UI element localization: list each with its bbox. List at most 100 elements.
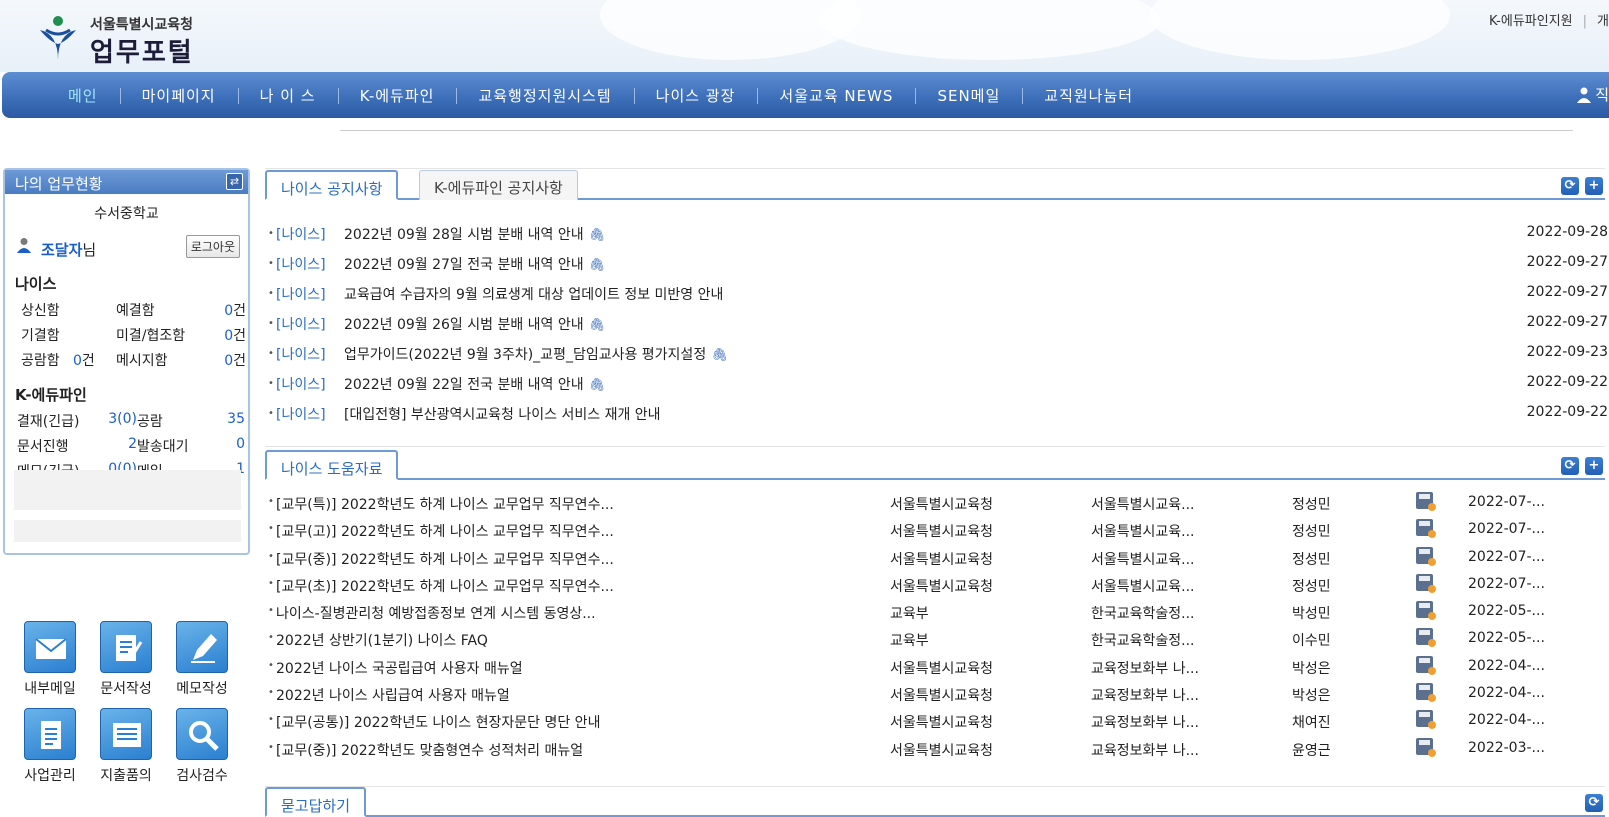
quick-item-label: 검사검수 xyxy=(176,768,228,784)
table-row[interactable]: • 나이스-질병관리청 예방접종정보 연계 시스템 동영상... 교육부 한국교… xyxy=(268,601,1608,630)
status-count[interactable]: 0건 xyxy=(206,300,246,320)
quick-item-label: 메모작성 xyxy=(176,681,228,697)
quick-item-label: 사업관리 xyxy=(24,768,76,784)
notice-title-link[interactable]: 교육급여 수급자의 9월 의료생계 대상 업데이트 정보 미반영 안내 xyxy=(344,284,723,304)
status-label[interactable]: 결재(긴급) xyxy=(17,411,107,431)
logout-button[interactable]: 로그아웃 xyxy=(185,235,240,258)
refresh-icon[interactable]: ⇄ xyxy=(226,173,243,190)
status-count[interactable]: 3(0) xyxy=(107,411,137,431)
help-title-link[interactable]: [교무(중)] 2022학년도 하계 나이스 교무업무 직무연수... xyxy=(276,549,614,569)
table-row[interactable]: • 2022년 나이스 사립급여 사용자 매뉴얼 서울특별시교육청 교육정보화부… xyxy=(268,683,1608,712)
notice-title-link[interactable]: 2022년 09월 27일 전국 분배 내역 안내 🖇︎ xyxy=(344,254,605,274)
portal-logo[interactable]: 서울특별시교육청 업무포털 xyxy=(36,12,226,68)
nav-item-main[interactable]: 메인 xyxy=(46,85,120,106)
quick-item-write-memo[interactable]: 메모작성 xyxy=(164,621,240,698)
download-icon[interactable] xyxy=(1416,492,1436,511)
table-row[interactable]: • 2022년 나이스 국공립급여 사용자 매뉴얼 서울특별시교육청 교육정보화… xyxy=(268,655,1608,685)
status-label[interactable]: 미결/협조함 xyxy=(116,325,206,345)
table-row[interactable]: • [교무(중)] 2022학년도 맞춤형연수 성적처리 매뉴얼 서울특별시교육… xyxy=(268,737,1608,767)
divider xyxy=(340,130,1573,131)
table-row[interactable]: • [교무(초)] 2022학년도 하계 나이스 교무업무 직무연수... 서울… xyxy=(268,573,1608,603)
status-label[interactable]: 기결함 xyxy=(21,325,116,345)
nav-item-neis-plaza[interactable]: 나이스 광장 xyxy=(633,85,758,106)
nav-item-mypage[interactable]: 마이페이지 xyxy=(119,85,238,106)
help-title-link[interactable]: [교무(중)] 2022학년도 맞춤형연수 성적처리 매뉴얼 xyxy=(276,740,583,760)
download-icon[interactable] xyxy=(1416,628,1436,648)
tab-kedufine-notice[interactable]: K-에듀파인 공지사항 xyxy=(419,170,578,200)
status-count[interactable]: 35 xyxy=(207,411,245,431)
list-item[interactable]: • [나이스] 업무가이드(2022년 9월 3주차)_교평_담임교사용 평가지… xyxy=(268,344,1608,374)
notice-title-link[interactable]: [대입전형] 부산광역시교육청 나이스 서비스 재개 안내 xyxy=(344,404,661,424)
download-icon[interactable] xyxy=(1416,683,1436,703)
status-label[interactable]: 메시지함 xyxy=(116,350,206,370)
help-title-link[interactable]: 2022년 상반기(1분기) 나이스 FAQ xyxy=(276,630,488,650)
help-title-link[interactable]: 2022년 나이스 국공립급여 사용자 매뉴얼 xyxy=(276,658,523,678)
list-item[interactable]: • [나이스] 2022년 09월 26일 시범 분배 내역 안내 🖇︎ 2022… xyxy=(268,314,1608,344)
help-title-link[interactable]: [교무(특)] 2022학년도 하계 나이스 교무업무 직무연수... xyxy=(276,494,614,514)
notice-title-link[interactable]: 업무가이드(2022년 9월 3주차)_교평_담임교사용 평가지설정 🖇︎ xyxy=(344,344,728,364)
help-title-link[interactable]: [교무(초)] 2022학년도 하계 나이스 교무업무 직무연수... xyxy=(276,576,614,596)
download-icon[interactable] xyxy=(1416,710,1436,730)
bullet: • xyxy=(268,496,274,507)
help-title-link[interactable]: 나이스-질병관리청 예방접종정보 연계 시스템 동영상... xyxy=(276,603,596,623)
table-row[interactable]: • [교무(중)] 2022학년도 하계 나이스 교무업무 직무연수... 서울… xyxy=(268,546,1608,576)
notice-title-link[interactable]: 2022년 09월 22일 전국 분배 내역 안내 🖇︎ xyxy=(344,374,605,394)
quick-item-write-document[interactable]: 문서작성 xyxy=(88,621,164,698)
nav-item-admin-system[interactable]: 교육행정지원시스템 xyxy=(456,85,633,106)
notice-title-link[interactable]: 2022년 09월 28일 시범 분배 내역 안내 🖇︎ xyxy=(344,224,605,244)
refresh-icon[interactable]: ⟳ xyxy=(1561,177,1579,195)
list-item[interactable]: • [나이스] 2022년 09월 28일 시범 분배 내역 안내 🖇︎ 2022… xyxy=(268,224,1608,254)
notice-title-link[interactable]: 2022년 09월 26일 시범 분배 내역 안내 🖇︎ xyxy=(344,314,605,334)
nav-item-kedufine[interactable]: K-에듀파인 xyxy=(337,85,457,106)
plus-icon[interactable]: + xyxy=(1585,177,1603,195)
download-icon[interactable] xyxy=(1416,655,1436,675)
quick-item-internal-mail[interactable]: 내부메일 xyxy=(12,621,88,698)
plus-icon[interactable]: + xyxy=(1585,457,1603,475)
list-item[interactable]: • [나이스] [대입전형] 부산광역시교육청 나이스 서비스 재개 안내 20… xyxy=(268,404,1608,434)
refresh-icon[interactable]: ⟳ xyxy=(1585,794,1603,812)
kedufine-support-link[interactable]: K-에듀파인지원 xyxy=(1489,14,1573,29)
tab-neis-help[interactable]: 나이스 도움자료 xyxy=(265,450,399,480)
status-label[interactable]: 상신함 xyxy=(21,300,116,320)
status-label[interactable]: 예결함 xyxy=(116,300,206,320)
help-org: 서울특별시교육청 xyxy=(890,578,994,595)
nav-user-menu[interactable]: 직 xyxy=(1577,84,1609,105)
help-title-link[interactable]: [교무(고)] 2022학년도 하계 나이스 교무업무 직무연수... xyxy=(276,521,614,541)
table-row[interactable]: • [교무(특)] 2022학년도 하계 나이스 교무업무 직무연수... 서울… xyxy=(268,492,1608,521)
list-item[interactable]: • [나이스] 2022년 09월 22일 전국 분배 내역 안내 🖇︎ 2022… xyxy=(268,374,1608,404)
util-link-more[interactable]: 개 xyxy=(1597,14,1609,29)
nav-item-neis[interactable]: 나 이 스 xyxy=(237,85,338,106)
table-row[interactable]: • [교무(공통)] 2022학년도 나이스 현장자문단 명단 안내 서울특별시… xyxy=(268,710,1608,739)
logo-title: 업무포털 xyxy=(90,38,194,68)
help-title-link[interactable]: [교무(공통)] 2022학년도 나이스 현장자문단 명단 안내 xyxy=(276,712,600,732)
tab-neis-notice[interactable]: 나이스 공지사항 xyxy=(265,170,399,200)
nav-item-seoul-news[interactable]: 서울교육 NEWS xyxy=(757,85,915,106)
status-label[interactable]: 공람함 0건 xyxy=(21,350,116,370)
tab-qna[interactable]: 묻고답하기 xyxy=(265,787,367,817)
status-count[interactable]: 0건 xyxy=(206,325,246,345)
refresh-icon[interactable]: ⟳ xyxy=(1561,457,1579,475)
status-count[interactable]: 0건 xyxy=(206,350,246,370)
status-count[interactable]: 2 xyxy=(107,436,137,456)
nav-item-sen-mail[interactable]: SEN메일 xyxy=(915,85,1022,106)
download-icon[interactable] xyxy=(1416,601,1436,621)
status-count[interactable]: 0 xyxy=(207,436,245,456)
table-row[interactable]: • 2022년 상반기(1분기) 나이스 FAQ 교육부 한국교육학술정... … xyxy=(268,628,1608,657)
download-icon[interactable] xyxy=(1416,519,1436,539)
status-label[interactable]: 문서진행 xyxy=(17,436,107,456)
quick-item-expense-request[interactable]: 지출품의 xyxy=(88,708,164,785)
download-icon[interactable] xyxy=(1416,546,1436,566)
quick-item-project-management[interactable]: 사업관리 xyxy=(12,708,88,785)
download-icon[interactable] xyxy=(1416,573,1436,593)
quick-item-inspection[interactable]: 검사검수 xyxy=(164,708,240,785)
list-item[interactable]: • [나이스] 2022년 09월 27일 전국 분배 내역 안내 🖇︎ 2022… xyxy=(268,254,1608,284)
status-label[interactable]: 발송대기 xyxy=(137,436,207,456)
nav-item-staff-share[interactable]: 교직원나눔터 xyxy=(1022,85,1155,106)
download-icon[interactable] xyxy=(1416,737,1436,757)
list-item[interactable]: • [나이스] 교육급여 수급자의 9월 의료생계 대상 업데이트 정보 미반영… xyxy=(268,284,1608,314)
help-title-link[interactable]: 2022년 나이스 사립급여 사용자 매뉴얼 xyxy=(276,685,510,705)
table-row[interactable]: • [교무(고)] 2022학년도 하계 나이스 교무업무 직무연수... 서울… xyxy=(268,519,1608,548)
status-label[interactable]: 공람 xyxy=(137,411,207,431)
bullet: • xyxy=(268,741,274,753)
my-work-status-panel: 나의 업무현황 ⇄ 수서중학교 조달자님 로그아웃 나이스 상신함 예결함 0건… xyxy=(3,168,250,555)
